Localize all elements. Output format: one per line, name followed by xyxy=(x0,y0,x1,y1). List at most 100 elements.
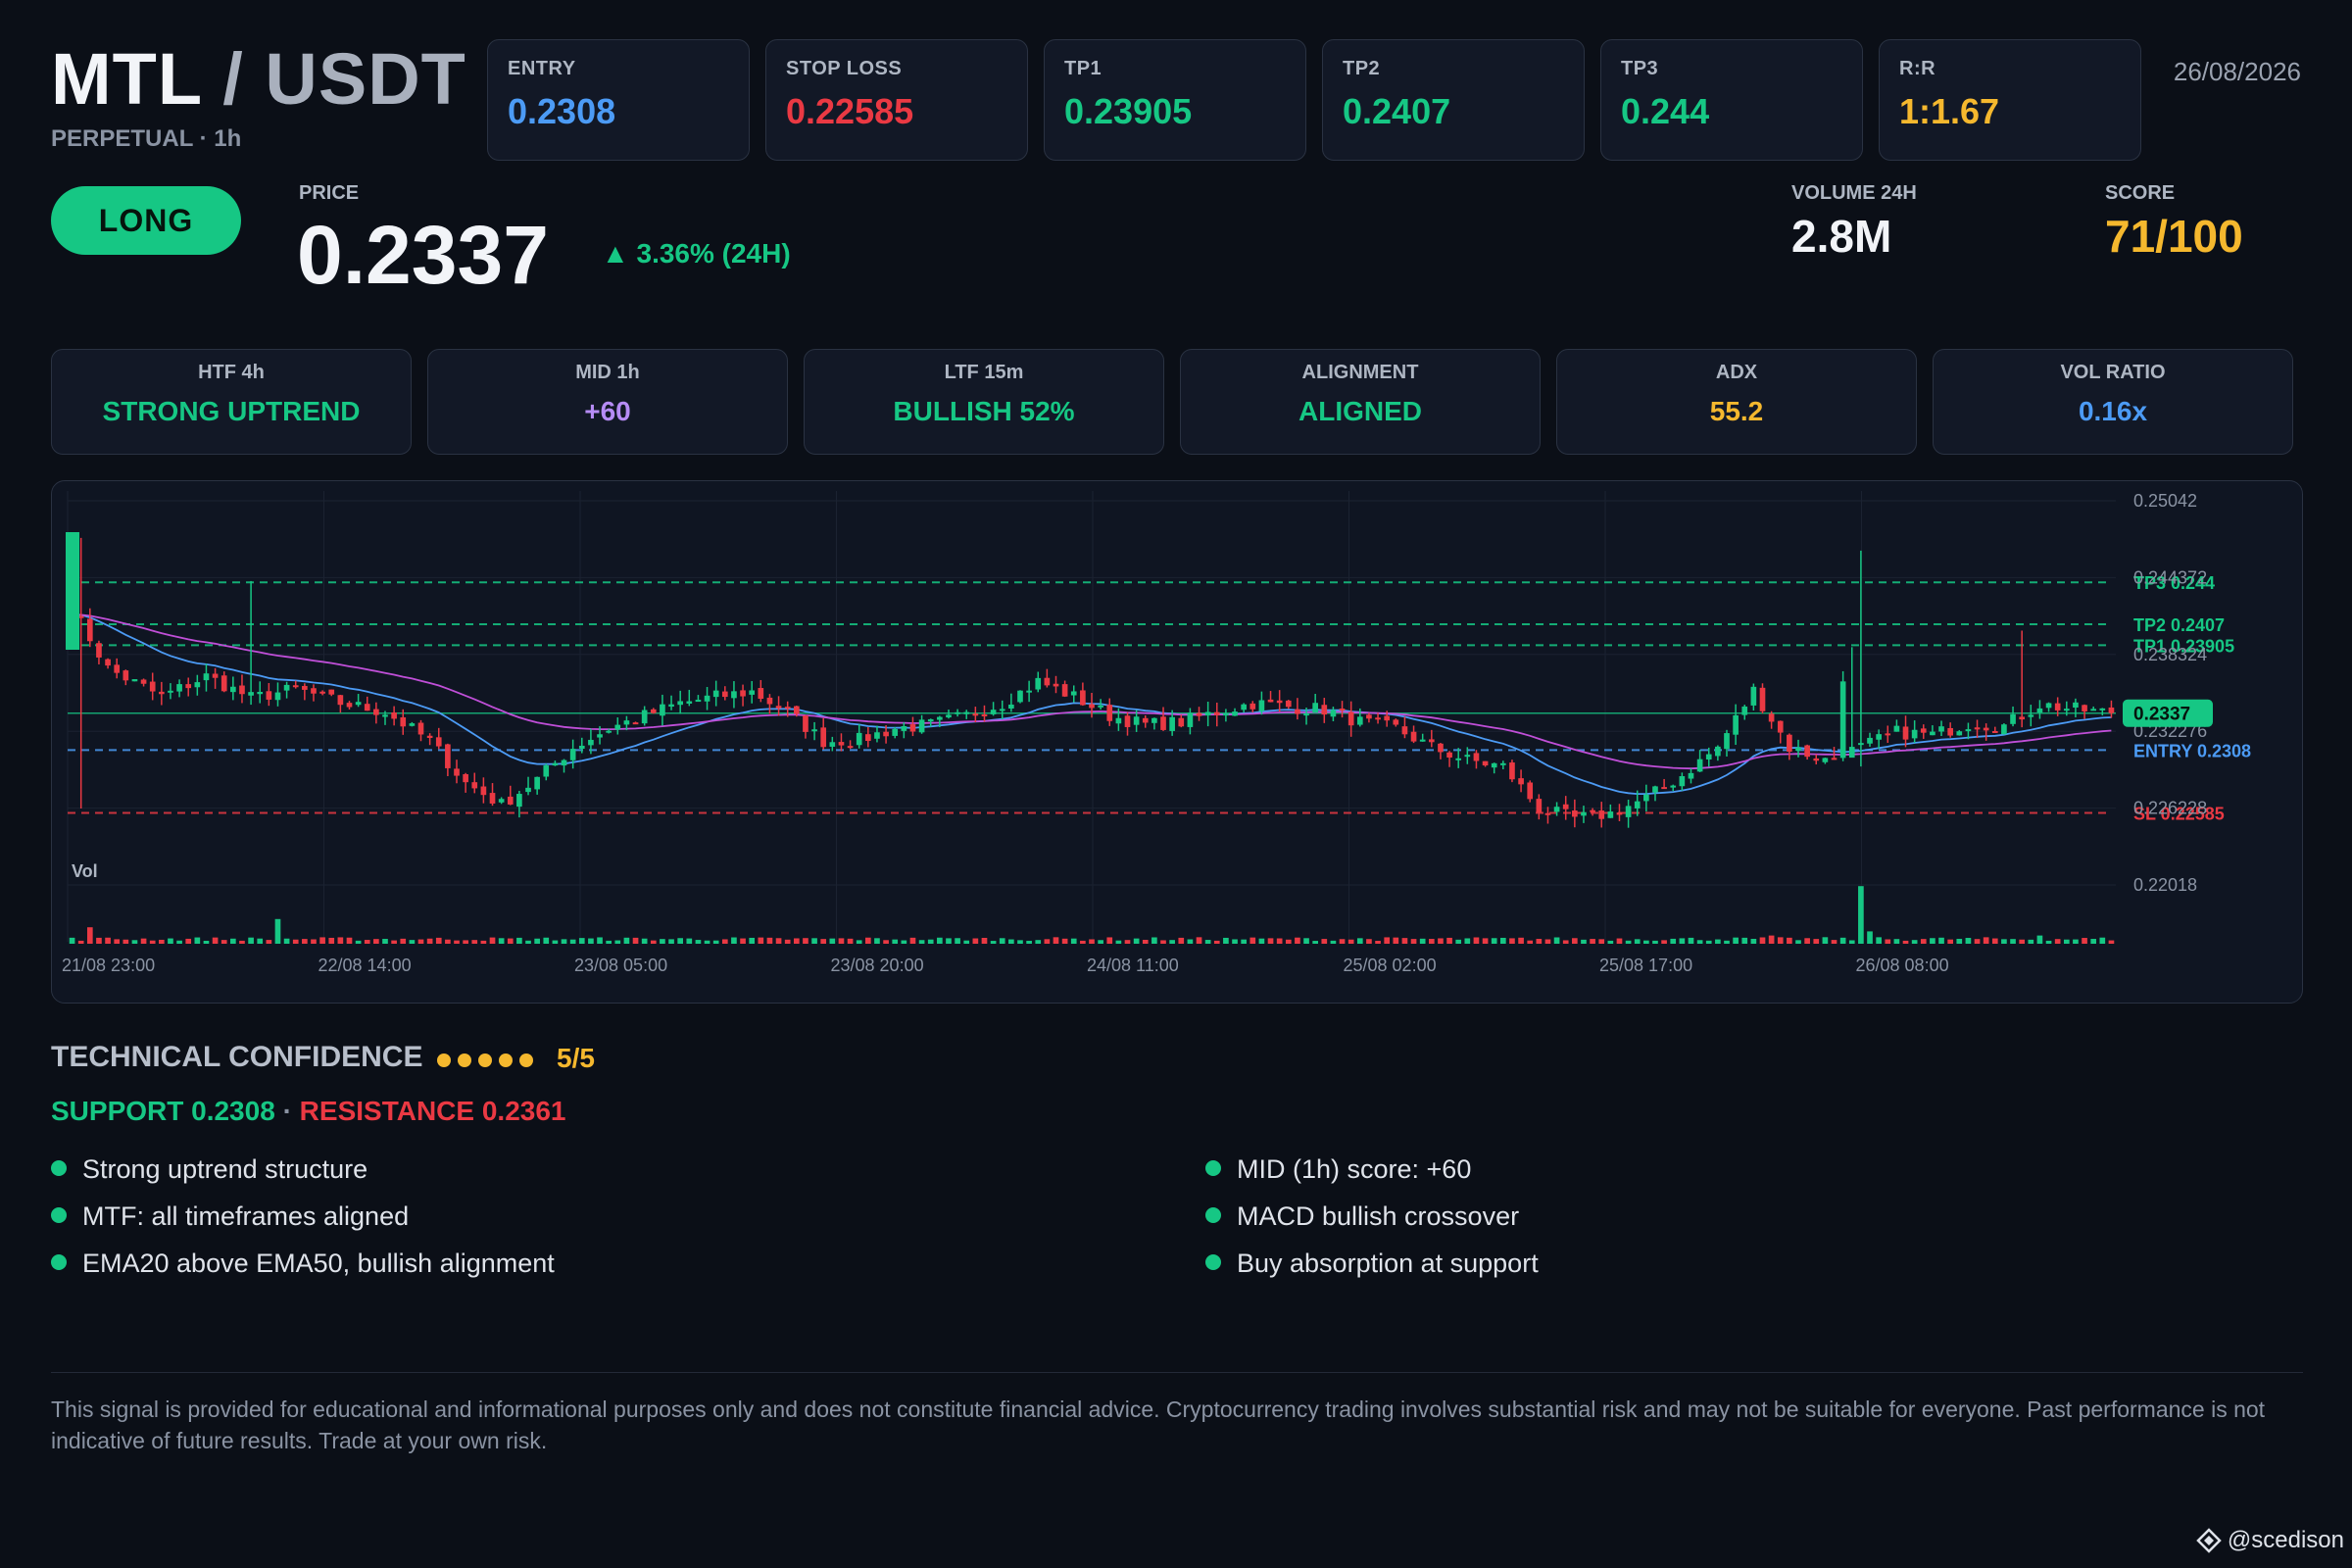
candle xyxy=(2099,708,2106,715)
candle xyxy=(1911,720,1918,744)
candle xyxy=(2036,700,2043,719)
candle-body xyxy=(1089,704,1095,709)
volume-bar xyxy=(588,938,594,944)
candle-body xyxy=(391,711,397,719)
candle-body xyxy=(1750,686,1757,706)
volume-bar xyxy=(1804,938,1810,944)
timeframe-value: BULLISH 52% xyxy=(893,396,1075,426)
candle-body xyxy=(274,692,281,701)
support-resistance: SUPPORT 0.2308 · RESISTANCE 0.2361 xyxy=(51,1096,565,1127)
volume-bar xyxy=(1375,941,1381,944)
candle-body xyxy=(704,695,710,702)
candle xyxy=(454,760,460,784)
metric-risk-reward: R:R 1:1.67 xyxy=(1879,39,2141,161)
candle xyxy=(525,776,531,796)
candle xyxy=(1250,701,1256,712)
candle-body xyxy=(1733,714,1739,735)
volume-bar xyxy=(1509,938,1515,944)
candle-body xyxy=(1008,704,1014,710)
volume-bar xyxy=(1822,937,1829,944)
volume-bar xyxy=(874,938,880,944)
bullet-icon xyxy=(1205,1160,1221,1176)
candle xyxy=(480,777,487,804)
candle-body xyxy=(1106,705,1113,721)
volume-bar xyxy=(1679,938,1686,944)
candle xyxy=(203,663,210,692)
candle xyxy=(1419,733,1426,742)
candle-body xyxy=(480,786,487,796)
candle xyxy=(963,710,970,719)
candle-body xyxy=(400,716,407,727)
candle-body xyxy=(1124,715,1131,727)
candle-body xyxy=(677,701,684,706)
candle-body xyxy=(981,713,988,716)
volume-bar xyxy=(909,937,916,944)
candle xyxy=(569,739,576,769)
candle xyxy=(1876,729,1882,749)
volume-bar xyxy=(1223,937,1229,944)
volume-bar xyxy=(1017,940,1023,944)
candle xyxy=(1241,703,1247,713)
candle-body xyxy=(1446,752,1452,759)
candle xyxy=(1518,769,1524,793)
candle-body xyxy=(623,720,630,725)
candle xyxy=(1196,707,1202,721)
volume-bar xyxy=(901,940,907,944)
volume-bar xyxy=(86,927,93,944)
candle-body xyxy=(1061,684,1068,697)
candle xyxy=(1724,729,1730,757)
candle-body xyxy=(1893,725,1900,732)
x-tick-label: 24/08 11:00 xyxy=(1087,956,1179,975)
candle xyxy=(1688,768,1694,784)
candle-body xyxy=(829,742,836,747)
candle xyxy=(311,684,317,702)
volume-bar xyxy=(1044,939,1051,944)
volume-bar xyxy=(606,940,612,944)
diamond-logo-icon xyxy=(2196,1528,2222,1553)
direction-badge: LONG xyxy=(51,186,241,255)
volume-bar xyxy=(820,939,827,944)
candle xyxy=(1902,715,1909,748)
metric-label: R:R xyxy=(1899,58,1936,79)
volume-bar xyxy=(793,938,800,944)
candle-body xyxy=(185,684,192,689)
candle xyxy=(731,681,737,709)
metric-value: 1:1.67 xyxy=(1899,91,2000,131)
x-tick-label: 26/08 08:00 xyxy=(1856,956,1949,975)
candle xyxy=(391,706,397,726)
candle-body xyxy=(1455,758,1462,760)
candle xyxy=(2028,705,2034,727)
metric-entry: ENTRY 0.2308 xyxy=(487,39,750,161)
level-label: ENTRY 0.2308 xyxy=(2133,741,2251,760)
candle xyxy=(740,684,746,707)
candle xyxy=(829,736,836,752)
candle-body xyxy=(105,659,111,666)
candle-body xyxy=(1822,758,1829,762)
volume-label: VOLUME 24H xyxy=(1791,182,1917,204)
candle xyxy=(766,694,773,714)
candle-body xyxy=(918,719,925,733)
candle xyxy=(614,717,621,735)
candle-body xyxy=(149,681,156,692)
candle-body xyxy=(561,760,567,766)
volume-bar xyxy=(1787,937,1792,944)
candle xyxy=(695,695,702,703)
timeframe-value: +60 xyxy=(584,396,631,426)
candle xyxy=(1750,683,1757,711)
candle xyxy=(1160,707,1166,731)
candle-body xyxy=(1813,758,1820,761)
volume-bar xyxy=(1885,939,1891,944)
price-change-24h: ▲ 3.36% (24H) xyxy=(602,238,791,269)
candle-body xyxy=(2036,708,2043,713)
timeframe-value: 55.2 xyxy=(1709,396,1764,426)
volume-bar xyxy=(784,939,791,944)
candle-body xyxy=(721,691,728,698)
candle-body xyxy=(194,682,201,688)
volume-bar xyxy=(2090,939,2097,944)
candle xyxy=(641,706,648,726)
candle xyxy=(1787,733,1792,760)
candle-body xyxy=(257,691,264,695)
volume-bar xyxy=(346,937,353,944)
candle xyxy=(946,710,952,719)
candle xyxy=(463,772,468,793)
